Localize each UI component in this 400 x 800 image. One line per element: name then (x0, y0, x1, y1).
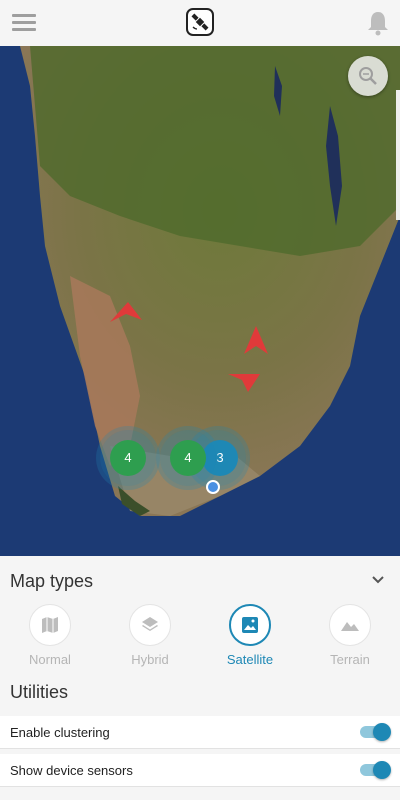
arrow-marker-3[interactable] (226, 370, 262, 396)
map-type-label: Satellite (226, 652, 274, 667)
arrow-marker-1[interactable] (106, 300, 146, 326)
map-type-hybrid[interactable]: Hybrid (100, 602, 200, 672)
layers-icon (129, 604, 171, 646)
chevron-down-icon[interactable] (368, 570, 388, 590)
hamburger-icon[interactable] (12, 14, 36, 32)
map-types-title: Map types (10, 571, 94, 591)
side-drawer-handle[interactable] (396, 90, 400, 220)
image-icon (229, 604, 271, 646)
map-type-label: Hybrid (131, 652, 169, 667)
map-type-selector: Normal Hybrid Satellite Terrain (0, 602, 400, 672)
setting-row-device-sensors[interactable]: Show device sensors (0, 754, 400, 787)
cluster-count: 4 (170, 440, 206, 476)
bell-icon[interactable] (366, 10, 390, 36)
map-type-label: Normal (29, 652, 71, 667)
setting-row-clustering[interactable]: Enable clustering (0, 716, 400, 749)
cluster-marker[interactable]: 4 (100, 430, 156, 486)
satellite-map[interactable]: 4 3 4 (0, 46, 400, 556)
map-type-satellite[interactable]: Satellite (200, 602, 300, 672)
utilities-title: Utilities (10, 682, 69, 702)
setting-label: Show device sensors (10, 763, 133, 778)
arrow-marker-2[interactable] (242, 324, 270, 358)
map-icon (29, 604, 71, 646)
device-location-dot (206, 480, 220, 494)
app-bar (0, 0, 400, 47)
map-type-normal[interactable]: Normal (0, 602, 100, 672)
satellite-logo-icon (186, 8, 214, 36)
magnifier-icon[interactable] (348, 56, 388, 96)
device-sensors-toggle[interactable] (360, 761, 392, 779)
clustering-toggle[interactable] (360, 723, 392, 741)
mountain-icon (329, 604, 371, 646)
map-type-terrain[interactable]: Terrain (300, 602, 400, 672)
settings-panel: Map types Normal Hybrid Satellite Terrai… (0, 556, 400, 800)
cluster-marker[interactable]: 4 (160, 430, 216, 486)
cluster-count: 4 (110, 440, 146, 476)
setting-label: Enable clustering (10, 725, 110, 740)
map-type-label: Terrain (330, 652, 370, 667)
